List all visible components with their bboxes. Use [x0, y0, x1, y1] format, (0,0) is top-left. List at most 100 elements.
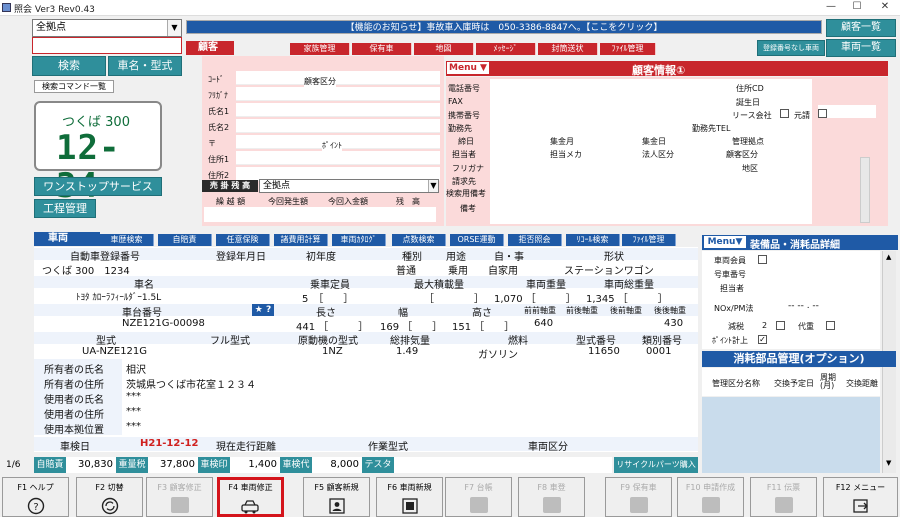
- no-reg-vehicle-button[interactable]: 登録番号なし車両: [757, 40, 825, 56]
- equipment-menu-button[interactable]: Menu▼: [704, 236, 746, 248]
- user-name-value[interactable]: ***: [126, 391, 141, 402]
- length-value[interactable]: 441 ［ ］: [296, 318, 368, 333]
- search-input[interactable]: [32, 37, 182, 54]
- capacity-value[interactable]: 5 ［ ］: [302, 290, 353, 305]
- tab-voluntary-insurance[interactable]: 任意保険: [216, 234, 270, 246]
- customer-list-button[interactable]: 顧客一覧: [826, 19, 896, 37]
- fuel-value[interactable]: ガソリン: [478, 346, 518, 361]
- name2-field[interactable]: [236, 119, 440, 133]
- maximize-button[interactable]: ☐: [846, 1, 868, 15]
- tab-file-management[interactable]: ﾌｧｲﾙ管理: [600, 43, 656, 55]
- scroll-up-icon[interactable]: ▲: [886, 253, 891, 261]
- onestop-service-button[interactable]: ワンストップサービス: [34, 177, 162, 196]
- dai-checkbox[interactable]: [826, 321, 835, 330]
- body-shape-value[interactable]: ステーションワゴン: [564, 262, 654, 277]
- front-axle-value[interactable]: 640: [534, 318, 553, 329]
- point-record-checkbox[interactable]: ✓: [758, 335, 767, 344]
- ar-col-occurred: 今回発生額: [268, 197, 308, 206]
- tab-expense-calc[interactable]: 諸費用計算: [274, 234, 328, 246]
- f7-ledger-button[interactable]: F7 台帳: [445, 477, 512, 517]
- width-value[interactable]: 169 ［ ］: [380, 318, 442, 333]
- nox-value[interactable]: -- -- . --: [788, 301, 819, 311]
- notice-banner[interactable]: 【機能のお知らせ】事故車入庫時は 050-3386-8847へ。【ここをクリック…: [186, 20, 822, 34]
- user-address-value[interactable]: ***: [126, 406, 141, 417]
- f9-owned-button[interactable]: F9 保有車: [605, 477, 672, 517]
- height-value[interactable]: 151 ［ ］: [452, 318, 514, 333]
- furigana-field[interactable]: [236, 87, 440, 101]
- edit-icon: [170, 497, 189, 513]
- customer-code-field[interactable]: [236, 71, 440, 85]
- chassis-value[interactable]: NZE121G-00098: [122, 318, 205, 329]
- recycle-parts-button[interactable]: リサイクルパーツ購入: [614, 457, 698, 473]
- customer-info-menu-button[interactable]: Menu ▼: [447, 62, 489, 74]
- tab-points-search[interactable]: 点数検索: [392, 234, 446, 246]
- base-location-value[interactable]: ***: [126, 421, 141, 432]
- f2-switch-button[interactable]: F2 切替: [76, 477, 143, 517]
- f8-car-reg-button[interactable]: F8 車登: [518, 477, 585, 517]
- scroll-down-icon[interactable]: ▼: [886, 459, 891, 467]
- tab-owned-cars[interactable]: 保有車: [352, 43, 412, 55]
- model-search-button[interactable]: 車名・型式: [108, 56, 182, 76]
- close-button[interactable]: ✕: [874, 1, 896, 15]
- tab-jibaiseki[interactable]: 自賠責: [158, 234, 212, 246]
- equip-staff-label: 担当者: [720, 284, 744, 293]
- tab-family[interactable]: 家族管理: [290, 43, 350, 55]
- minimize-button[interactable]: —: [820, 1, 842, 15]
- search-button[interactable]: 検索: [32, 56, 106, 76]
- f5-new-customer-button[interactable]: F5 顧客新規: [303, 477, 370, 517]
- name1-label: 氏名1: [208, 107, 230, 116]
- branch-select[interactable]: 全拠点 ▼: [32, 19, 182, 37]
- model-value[interactable]: UA-NZE121G: [82, 346, 147, 357]
- tab-message[interactable]: ﾒｯｾｰｼﾞ: [476, 43, 536, 55]
- f10-apply-button[interactable]: F10 申請作成: [677, 477, 744, 517]
- process-management-button[interactable]: 工程管理: [34, 199, 96, 218]
- owner-address-value[interactable]: 茨城県つくば市花室１２３４: [126, 376, 256, 391]
- displacement-value[interactable]: 1.49: [396, 346, 418, 357]
- displacement-header: 総排気量: [390, 336, 430, 347]
- private-business-value[interactable]: 自家用: [488, 262, 518, 277]
- tax-checkbox[interactable]: [776, 321, 785, 330]
- tab-refusal[interactable]: 拒否照会: [508, 234, 562, 246]
- command-list-button[interactable]: 検索コマンド一覧: [34, 80, 114, 93]
- f12-menu-button[interactable]: F12 メニュー: [823, 477, 898, 517]
- note-scrollbar[interactable]: [860, 157, 870, 223]
- tab-recall-search[interactable]: ﾘｺｰﾙ検索: [566, 234, 620, 246]
- tab-map[interactable]: 地図: [414, 43, 474, 55]
- address1-field[interactable]: [236, 151, 440, 165]
- exit-icon: [852, 499, 868, 513]
- lease-checkbox[interactable]: [780, 109, 789, 118]
- vehicle-list-button[interactable]: 車両一覧: [826, 39, 896, 57]
- car-reg-icon: [542, 497, 561, 513]
- f3-customer-edit-button[interactable]: F3 顧客修正: [146, 477, 213, 517]
- vehicle-member-checkbox[interactable]: [758, 255, 767, 264]
- inspection-date-value[interactable]: H21-12-12: [140, 438, 198, 449]
- rear-axle-value[interactable]: 430: [664, 318, 683, 329]
- help-icon[interactable]: ★ ?: [252, 304, 274, 316]
- billing-label: 請求先: [452, 177, 476, 186]
- tab-vehicle-catalog[interactable]: 車両ｶﾀﾛｸﾞ: [332, 234, 386, 246]
- tax-reduction-value[interactable]: 2: [762, 321, 767, 330]
- model-number-value[interactable]: 11650: [588, 346, 620, 357]
- f11-slip-button[interactable]: F11 伝票: [750, 477, 817, 517]
- ar-branch-select[interactable]: 全拠点 ▼: [259, 179, 439, 193]
- name1-field[interactable]: [236, 103, 440, 117]
- private-business-header: 自・事: [494, 252, 524, 263]
- vehicle-weight-value[interactable]: 1,070 ［ ］: [494, 290, 576, 305]
- usage-value[interactable]: 乗用: [448, 262, 468, 277]
- type-value[interactable]: 普通: [396, 262, 416, 277]
- car-name-value[interactable]: ﾄﾖﾀ ｶﾛｰﾗﾌｨｰﾙﾀﾞｰ1.5L: [76, 290, 161, 303]
- f4-vehicle-edit-button[interactable]: F4 車両修正: [217, 477, 284, 517]
- motouke-checkbox[interactable]: [818, 109, 827, 118]
- tab-envelope[interactable]: 封筒送状: [538, 43, 598, 55]
- max-load-value[interactable]: ［ ］: [424, 290, 484, 305]
- f6-new-vehicle-button[interactable]: F6 車両新規: [376, 477, 443, 517]
- total-weight-value[interactable]: 1,345 ［ ］: [586, 290, 668, 305]
- owner-name-value[interactable]: 相沢: [126, 361, 146, 376]
- tab-vehicle-history[interactable]: 車歴検索: [100, 234, 154, 246]
- tab-vehicle-files[interactable]: ﾌｧｲﾙ管理: [622, 234, 676, 246]
- engine-model-value[interactable]: 1NZ: [322, 346, 343, 357]
- class-number-value[interactable]: 0001: [646, 346, 671, 357]
- f1-help-button[interactable]: F1 ヘルプ ?: [2, 477, 69, 517]
- tab-orse[interactable]: ORSE運動: [450, 234, 504, 246]
- reg-number-value[interactable]: つくば 300 1234: [42, 262, 130, 277]
